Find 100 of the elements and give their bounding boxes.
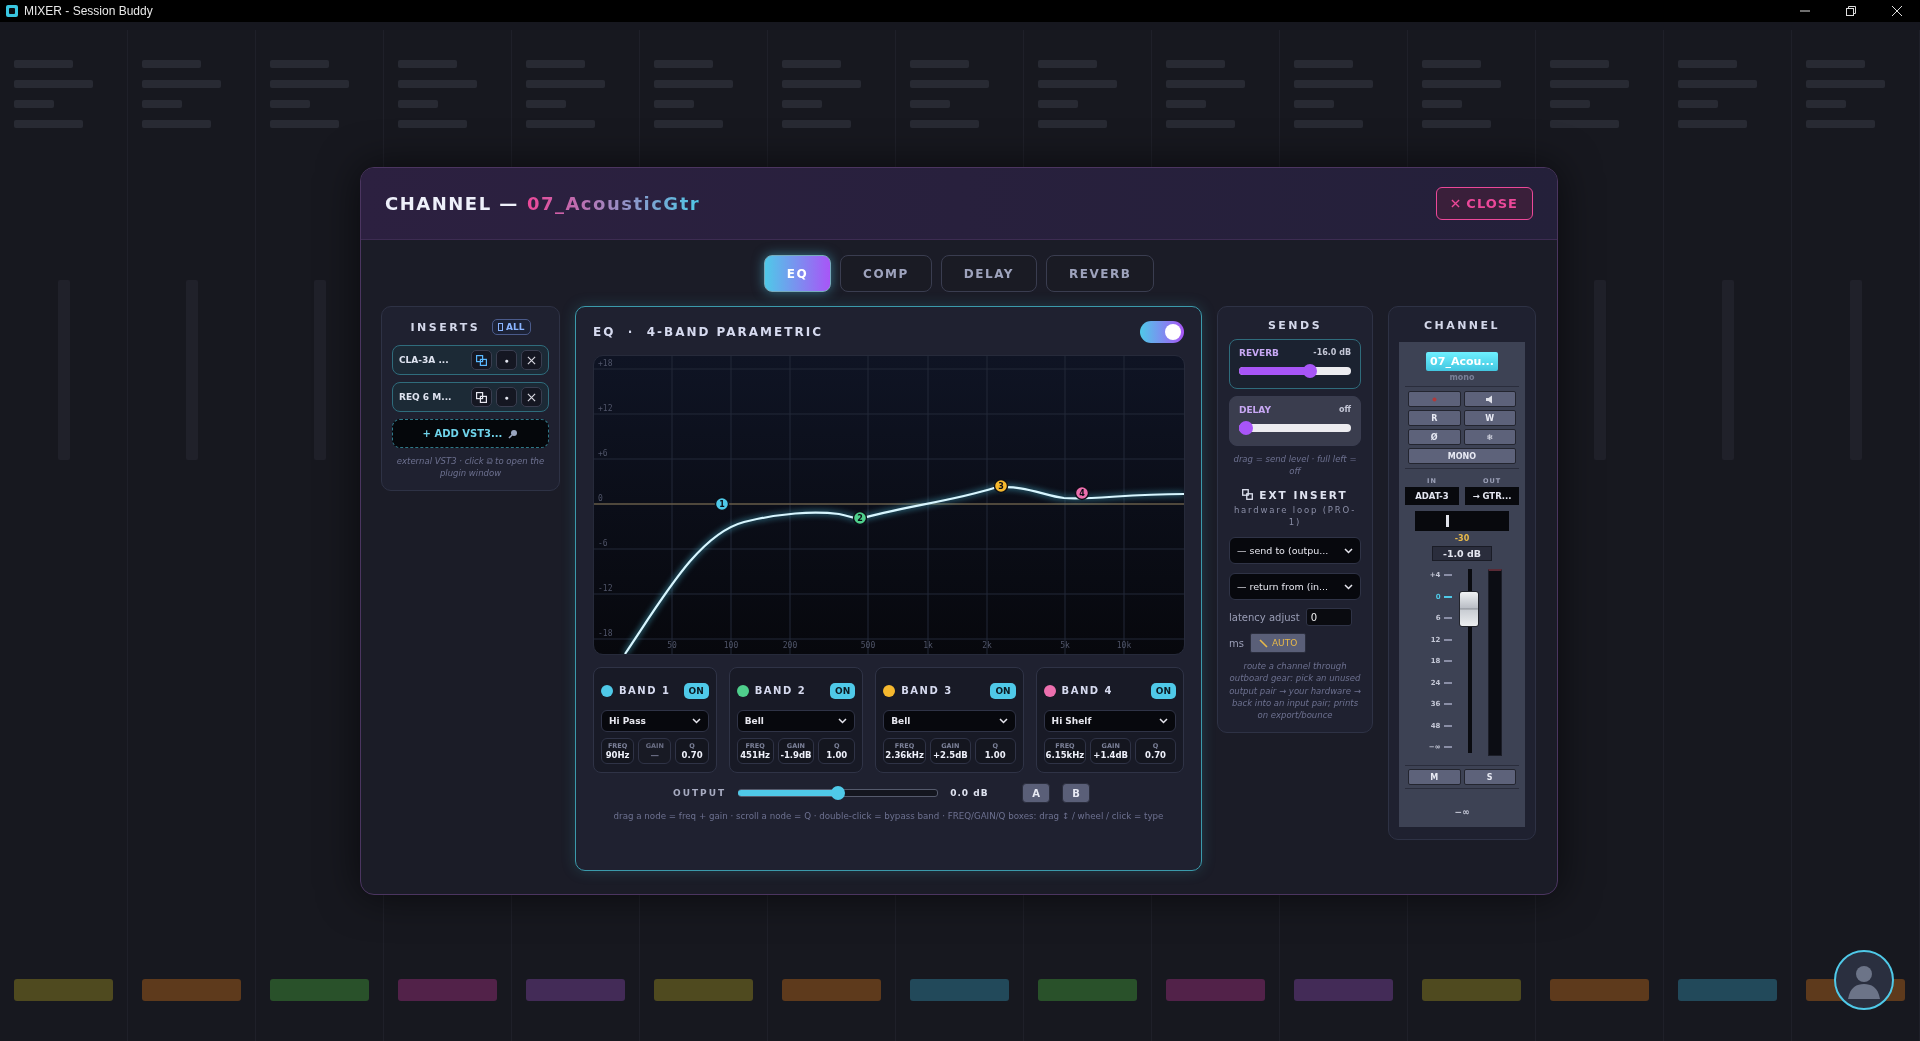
band-toggle[interactable]: ON (1150, 683, 1176, 699)
send-slider[interactable] (1239, 364, 1351, 378)
open-window-button[interactable] (471, 387, 492, 407)
eq-toggle[interactable] (1140, 321, 1184, 343)
output-label: OUTPUT (673, 788, 727, 798)
output-select[interactable]: → GTR... (1465, 487, 1519, 505)
param-value: 6.15kHz (1045, 750, 1085, 760)
remove-button[interactable] (521, 387, 542, 407)
param-value: +1.4dB (1093, 750, 1129, 760)
restore-icon[interactable] (1846, 6, 1856, 16)
search-icon (508, 428, 519, 439)
tab[interactable]: DELAY (940, 255, 1037, 292)
chevron-down-icon (998, 718, 1008, 724)
band-node[interactable]: 2 (852, 510, 868, 526)
band-node[interactable]: 4 (1074, 485, 1090, 501)
panel-title: CHANNEL (1423, 319, 1501, 332)
close-button[interactable]: CLOSE (1436, 187, 1533, 220)
two-squares-icon (476, 354, 487, 366)
send-reading: -16.0 dB (1313, 348, 1351, 358)
gain-reading: -1.0 dB (1431, 546, 1493, 561)
param-value: — (650, 750, 660, 760)
slider-handle[interactable] (1239, 421, 1253, 435)
remove-button[interactable] (521, 350, 542, 370)
band-toggle[interactable]: ON (990, 683, 1016, 699)
output-slider[interactable] (738, 786, 939, 800)
latency-label: latency adjust (1229, 611, 1300, 623)
slider-handle[interactable] (1302, 364, 1317, 378)
chevron-down-icon (1344, 547, 1353, 554)
frequency-axis-label: 2k (982, 641, 992, 650)
frequency-axis-label: 100 (723, 641, 739, 650)
param-value: 1.00 (984, 750, 1006, 760)
chevron-down-icon (838, 718, 848, 724)
eq-graph[interactable]: +18 +12 +6 0 -6 -12 -18 50 100 200 500 1k 2k 5k 10k 1 2 3 4 (593, 355, 1185, 655)
gain-axis-label: -12 (598, 584, 613, 593)
ab-button[interactable]: B (1062, 783, 1091, 803)
band-node[interactable]: 3 (993, 478, 1009, 494)
strip-button[interactable]: ❄ (1463, 429, 1516, 445)
close-icon[interactable] (1892, 6, 1902, 16)
send-name: REVERB (1239, 348, 1279, 358)
tab[interactable]: REVERB (1046, 255, 1155, 292)
param-value: +2.5dB (932, 750, 968, 760)
chevron-down-icon (1344, 583, 1353, 590)
peak-reading: −∞ (1454, 807, 1470, 817)
eq-hint: drag a node = freq + gain · scroll a node = Q · double-click = bypass band · FREQ/GAIN/Q boxes: drag ↕ / wheel / click = type (612, 811, 1165, 821)
param-value: 90Hz (605, 750, 630, 760)
close-icon (1451, 199, 1461, 208)
close-icon (527, 392, 536, 402)
auto-button[interactable]: AUTO (1249, 633, 1307, 654)
strip-button[interactable]: R (1408, 410, 1461, 426)
filter-type-select[interactable]: Hi Pass (601, 710, 709, 732)
send-slider[interactable] (1239, 421, 1351, 435)
ext-insert-title: EXT INSERT (1259, 488, 1348, 501)
gain-axis-label: +12 (598, 404, 613, 413)
strip-button[interactable]: Ø (1408, 429, 1461, 445)
tab[interactable]: COMP (840, 255, 932, 292)
frequency-axis-label: 10k (1116, 641, 1132, 650)
frequency-axis-label: 200 (782, 641, 798, 650)
rectangle-icon (498, 323, 504, 331)
frequency-axis-label: 1k (923, 641, 933, 650)
filter-type-select[interactable]: Bell (883, 710, 1016, 732)
input-select[interactable]: ADAT-3 (1405, 487, 1459, 505)
open-window-button[interactable] (471, 350, 492, 370)
app-logo-icon (6, 5, 18, 17)
param-value: 451Hz (740, 750, 770, 760)
frequency-axis-label: 50 (667, 641, 677, 650)
plugin-name: REQ 6 M... (399, 392, 453, 402)
record-dot-icon (1431, 396, 1437, 402)
gain-axis-label: +6 (598, 449, 608, 458)
filter-type-select[interactable]: Bell (736, 710, 856, 732)
mute-button[interactable]: M (1408, 769, 1461, 785)
ext-insert-subtitle: hardware loop (PRO-1) (1232, 503, 1358, 530)
fader-handle[interactable] (1458, 590, 1479, 627)
channel-name: 07_AcousticGtr (526, 193, 701, 214)
gain-axis-label: 0 (598, 494, 603, 503)
chevron-down-icon (691, 718, 701, 724)
ab-button[interactable]: A (1022, 783, 1051, 803)
send-to-select[interactable]: — send to (outpu... (1229, 537, 1361, 565)
band-toggle[interactable]: ON (683, 683, 709, 699)
return-from-select[interactable]: — return from (in... (1229, 573, 1361, 601)
filter-type-select[interactable]: Hi Shelf (1043, 710, 1176, 732)
all-button[interactable]: ALL (492, 319, 531, 335)
frequency-axis-label: 5k (1060, 641, 1070, 650)
latency-field[interactable]: 0 (1305, 608, 1352, 627)
slider-handle[interactable] (831, 786, 846, 800)
monitor-button[interactable] (1463, 391, 1516, 407)
mono-button[interactable]: MONO (1408, 448, 1516, 464)
ms-label: ms (1229, 637, 1244, 649)
panel-title: INSERTS (410, 320, 481, 334)
add-plugin-button[interactable]: + ADD VST3... (392, 419, 549, 448)
chevron-down-icon (1159, 718, 1168, 724)
close-icon (527, 355, 536, 365)
band-toggle[interactable]: ON (830, 683, 856, 699)
band-node[interactable]: 1 (714, 496, 730, 512)
channel-name-badge: 07_Acou... (1426, 352, 1498, 371)
param-value: 2.36kHz (885, 750, 924, 760)
strip-button[interactable]: W (1463, 410, 1516, 426)
param-value: 0.70 (681, 750, 703, 760)
panel-title: EQ · 4-BAND PARAMETRIC (593, 325, 823, 339)
solo-button[interactable]: S (1463, 769, 1516, 785)
param-value: 1.00 (826, 750, 848, 760)
